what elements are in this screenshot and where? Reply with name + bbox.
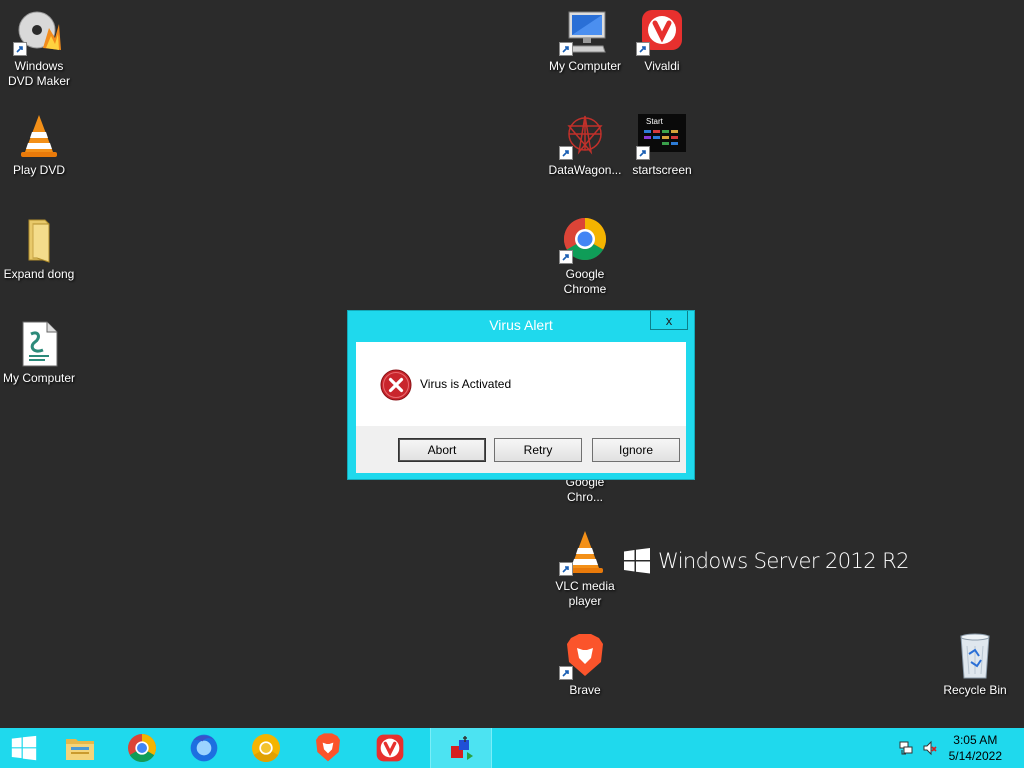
icon-label: Recycle Bin: [943, 683, 1007, 697]
taskbar-file-explorer[interactable]: [50, 728, 110, 768]
brave-icon: [316, 733, 340, 762]
icon-label: Play DVD: [12, 163, 65, 177]
volume-muted-icon[interactable]: [922, 740, 938, 756]
desktop-icon-dvd-maker[interactable]: Windows DVD Maker: [0, 8, 81, 89]
icon-label: Brave: [569, 683, 601, 697]
desktop-icon-play-dvd[interactable]: Play DVD: [0, 112, 81, 178]
icon-label: Google Chrome: [563, 267, 607, 296]
file-explorer-icon: [66, 739, 94, 760]
taskbar-chrome-canary[interactable]: [236, 728, 296, 768]
desktop-icon-vlc[interactable]: VLC media player: [543, 528, 627, 609]
startscreen-icon: Start: [636, 112, 686, 160]
taskbar-vivaldi[interactable]: [360, 728, 420, 768]
brave-icon: [559, 632, 609, 680]
folder-icon: [15, 216, 63, 264]
branding-text: Windows Server 2012 R2: [658, 549, 909, 573]
taskbar-brave[interactable]: [298, 728, 358, 768]
icon-label: Vivaldi: [644, 59, 680, 73]
vivaldi-icon: [636, 8, 686, 56]
icon-label: My Computer: [548, 59, 622, 73]
desktop-icon-my-computer[interactable]: My Computer: [543, 8, 627, 74]
datawagon-icon: [559, 112, 609, 160]
icon-label: DataWagon...: [548, 163, 622, 177]
icon-label: My Computer: [2, 371, 76, 385]
start-button[interactable]: [0, 728, 48, 768]
desktop-icon-brave[interactable]: Brave: [543, 632, 627, 698]
script-file-icon: [15, 320, 63, 368]
chrome-icon: [559, 216, 609, 264]
abort-button[interactable]: Abort: [398, 438, 486, 462]
dialog-button-bar: Abort Retry Ignore: [356, 426, 686, 473]
chrome-icon: [128, 734, 157, 763]
error-icon: [380, 369, 412, 401]
desktop-icon-expand-dong[interactable]: Expand dong: [0, 216, 81, 282]
dialog-message-area: Virus is Activated: [356, 342, 686, 426]
app-icon: [451, 736, 473, 760]
icon-label: Windows DVD Maker: [7, 59, 70, 88]
windows-logo-icon: [624, 548, 650, 574]
start-icon: [11, 735, 37, 761]
recycle-bin-icon: [951, 632, 999, 680]
taskbar-chrome[interactable]: [112, 728, 172, 768]
taskbar: 3:05 AM 5/14/2022: [0, 728, 1024, 768]
desktop-icon-vivaldi[interactable]: Vivaldi: [620, 8, 704, 74]
vlc-cone-icon: [15, 112, 63, 160]
desktop-icon-my-computer-script[interactable]: My Computer: [0, 320, 81, 386]
ignore-button[interactable]: Ignore: [592, 438, 680, 462]
firefox-icon: [190, 734, 218, 762]
clock-date: 5/14/2022: [948, 749, 1002, 763]
clock-time: 3:05 AM: [953, 733, 998, 747]
windows-server-branding: Windows Server 2012 R2: [624, 548, 909, 574]
icon-label: VLC media player: [555, 579, 615, 608]
desktop-icon-recycle-bin[interactable]: Recycle Bin: [933, 632, 1017, 698]
taskbar-active-app[interactable]: [430, 728, 492, 768]
close-icon: x: [665, 312, 673, 328]
desktop-icon-startscreen[interactable]: Start startscreen: [620, 112, 704, 178]
vivaldi-icon: [376, 734, 404, 762]
virus-alert-dialog: Virus Alert x Virus is Activated Abort R…: [347, 310, 695, 480]
computer-icon: [559, 8, 609, 56]
chrome-yellow-icon: [252, 734, 280, 763]
dialog-message: Virus is Activated: [420, 377, 512, 391]
network-icon[interactable]: [898, 740, 914, 756]
desktop-icon-datawagon[interactable]: DataWagon...: [543, 112, 627, 178]
dialog-close-button[interactable]: x: [650, 311, 688, 330]
dialog-body: Virus is Activated Abort Retry Ignore: [356, 342, 686, 473]
dvd-maker-icon: [13, 8, 63, 56]
svg-text:Start: Start: [646, 117, 664, 126]
icon-label: Expand dong: [3, 267, 75, 281]
desktop-icon-google-chrome[interactable]: Google Chrome: [543, 216, 627, 297]
taskbar-clock[interactable]: 3:05 AM 5/14/2022: [949, 732, 1002, 764]
icon-label: startscreen: [632, 163, 692, 177]
vlc-cone-icon: [559, 528, 609, 576]
retry-button[interactable]: Retry: [494, 438, 582, 462]
taskbar-firefox[interactable]: [174, 728, 234, 768]
dialog-title: Virus Alert: [489, 317, 553, 333]
